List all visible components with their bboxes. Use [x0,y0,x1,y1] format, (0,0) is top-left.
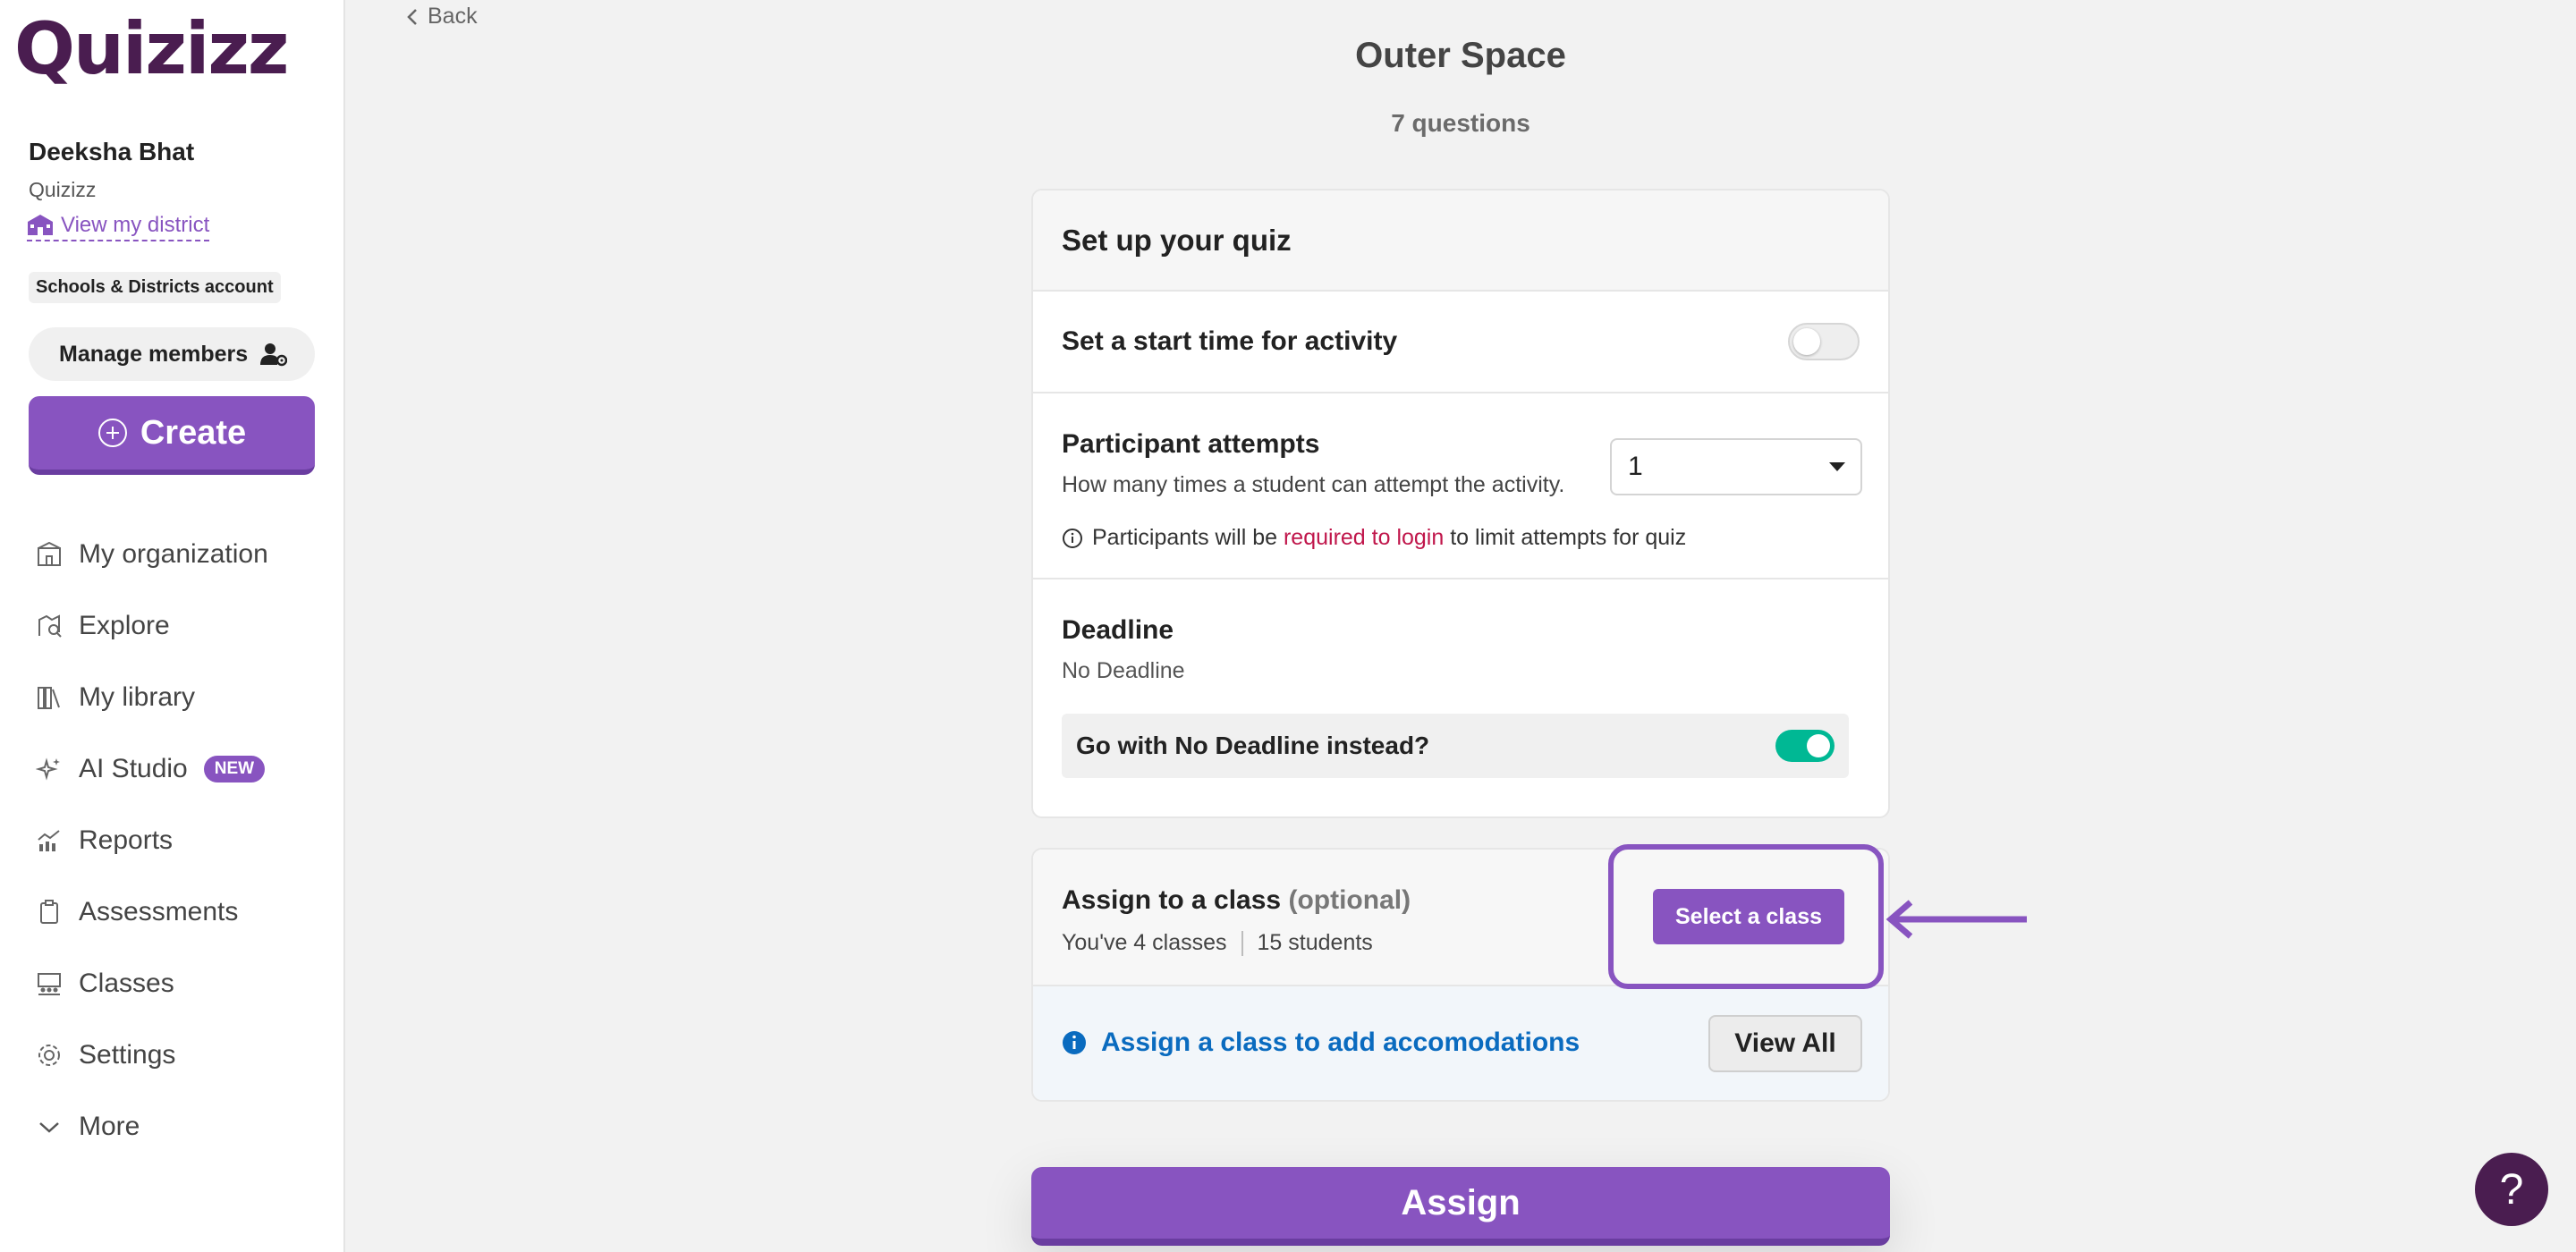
participant-attempts-row: Participant attempts How many times a st… [1033,393,1888,579]
required-login-text: required to login [1283,525,1445,550]
quiz-title: Outer Space [1355,36,1566,75]
assign-button[interactable]: Assign [1031,1167,1890,1246]
setup-header: Set up your quiz [1033,190,1888,292]
create-label: Create [140,413,247,452]
start-time-label: Set a start time for activity [1062,326,1398,356]
info-icon [1063,528,1082,548]
sidebar-item-label: Explore [79,611,170,640]
sidebar-item-ai-studio[interactable]: AI Studio NEW [36,733,331,805]
sidebar-item-label: Settings [79,1040,176,1070]
sidebar-item-explore[interactable]: Explore [36,590,331,662]
attempts-description: How many times a student can attempt the… [1062,472,1565,497]
user-gear-icon [260,343,288,367]
start-time-toggle[interactable] [1788,323,1860,360]
start-time-row: Set a start time for activity [1033,292,1888,393]
pointer-arrow-icon [1885,900,2027,939]
deadline-row: Deadline No Deadline Go with No Deadline… [1033,579,1888,816]
optional-label: (optional) [1288,885,1411,915]
sidebar-item-label: My library [79,682,196,712]
attempts-note-pre: Participants will be [1092,525,1284,550]
attempts-value: 1 [1628,452,1643,481]
clipboard-icon [40,900,58,924]
deadline-title: Deadline [1062,615,1174,645]
accommodations-label: Assign a class to add accomodations [1101,1028,1580,1057]
sidebar-item-label: My organization [79,539,268,569]
sidebar-item-my-organization[interactable]: My organization [36,519,331,590]
view-all-button[interactable]: View All [1708,1015,1862,1072]
attempts-title: Participant attempts [1062,429,1320,459]
sidebar-item-label: Assessments [79,897,239,926]
sidebar: Quizizz Deeksha Bhat Quizizz View my dis… [0,0,345,1252]
classes-icon [38,973,61,995]
sidebar-item-label: More [79,1112,140,1141]
assign-class-header: Assign to a class (optional) You've 4 cl… [1033,850,1888,986]
caret-down-icon [1829,462,1845,471]
sidebar-item-label: AI Studio [79,754,188,783]
no-deadline-box: Go with No Deadline instead? [1062,714,1849,778]
building-icon [38,541,61,566]
view-district-label: View my district [61,213,210,237]
back-link[interactable]: Back [406,4,478,30]
view-district-link[interactable]: View my district [27,213,210,241]
accommodations-link[interactable]: Assign a class to add accomodations [1062,1028,1580,1058]
sidebar-item-more[interactable]: More [36,1091,331,1163]
assign-class-title: Assign to a class (optional) [1062,885,1411,916]
no-deadline-toggle[interactable] [1775,730,1835,762]
accommodations-row: Assign a class to add accomodations View… [1033,986,1888,1100]
sidebar-item-settings[interactable]: Settings [36,1019,331,1091]
plus-circle-icon [97,419,127,447]
help-button[interactable]: ? [2475,1153,2548,1226]
quiz-setup-card: Set up your quiz Set a start time for ac… [1031,189,1890,818]
chart-icon [38,830,60,851]
sparkle-icon [36,757,60,781]
sidebar-item-reports[interactable]: Reports [36,805,331,876]
sidebar-item-classes[interactable]: Classes [36,948,331,1019]
sidebar-item-label: Classes [79,969,174,998]
select-class-button[interactable]: Select a class [1653,889,1844,944]
manage-members-label: Manage members [59,341,249,367]
new-badge: NEW [203,756,266,782]
assign-class-card: Assign to a class (optional) You've 4 cl… [1031,848,1890,1102]
chevron-down-icon [39,1122,59,1133]
class-stats: You've 4 classes 15 students [1062,930,1373,956]
manage-members-button[interactable]: Manage members [29,327,315,381]
sidebar-nav: My organization Explore My library AI St… [36,519,331,1163]
chevron-left-icon [407,8,417,25]
question-count: 7 questions [1391,109,1530,137]
attempts-note-post: to limit attempts for quiz [1444,525,1687,550]
info-filled-icon [1063,1031,1086,1054]
assign-class-title-text: Assign to a class [1062,885,1282,915]
school-icon [28,215,53,235]
sidebar-item-assessments[interactable]: Assessments [36,876,331,948]
divider [1241,930,1243,956]
sidebar-item-my-library[interactable]: My library [36,662,331,733]
gear-icon [38,1045,60,1066]
back-label: Back [428,4,478,29]
deadline-value: No Deadline [1062,658,1185,683]
user-name: Deeksha Bhat [29,138,195,165]
classes-count: You've 4 classes [1062,930,1227,955]
account-type-badge: Schools & Districts account [29,272,281,303]
quizizz-logo[interactable]: Quizizz [14,9,289,89]
create-button[interactable]: Create [29,396,315,475]
attempts-select[interactable]: 1 [1610,438,1862,495]
compass-icon [38,614,62,638]
org-name: Quizizz [29,178,97,201]
sidebar-item-label: Reports [79,825,174,855]
library-icon [38,687,60,709]
attempts-note: Participants will be required to login t… [1062,525,1686,551]
students-count: 15 students [1257,930,1373,955]
no-deadline-prompt: Go with No Deadline instead? [1076,732,1430,759]
